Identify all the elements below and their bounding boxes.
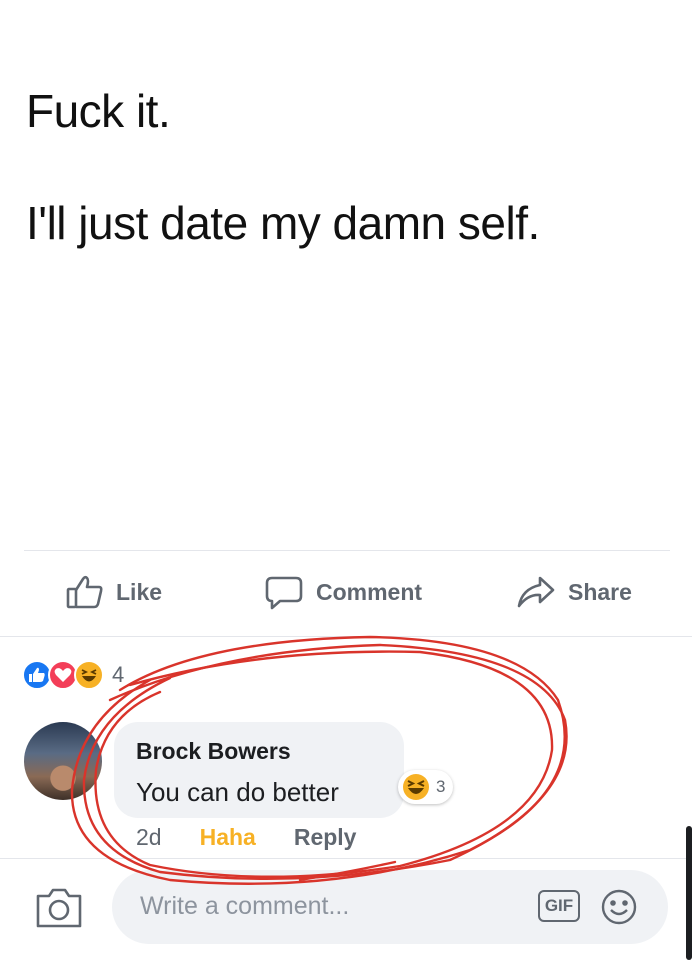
comment-author[interactable]: Brock Bowers	[136, 738, 382, 765]
comment-label: Comment	[316, 578, 423, 605]
like-button[interactable]: Like	[66, 572, 162, 612]
reaction-summary[interactable]: 4	[22, 660, 124, 690]
divider	[24, 550, 670, 551]
post-text-line-1: Fuck it.	[26, 85, 171, 137]
like-label: Like	[116, 578, 163, 605]
camera-button[interactable]	[34, 886, 84, 935]
share-label: Share	[568, 578, 632, 605]
haha-reaction-link[interactable]: Haha	[200, 824, 256, 851]
comment-reaction-badge[interactable]: 3	[398, 770, 454, 804]
comment-input[interactable]: Write a comment... GIF	[112, 870, 668, 944]
haha-icon	[74, 660, 104, 690]
scrollbar[interactable]	[686, 826, 692, 960]
comment-bubble: Brock Bowers You can do better	[114, 722, 404, 818]
post-text-line-2: I'll just date my damn self.	[26, 197, 540, 249]
comment-button[interactable]: Comment	[264, 572, 422, 612]
divider	[0, 858, 692, 859]
reply-link[interactable]: Reply	[294, 824, 357, 851]
comment-reaction-count: 3	[436, 777, 446, 796]
reaction-count: 4	[112, 662, 125, 687]
comment-text: You can do better	[136, 777, 339, 807]
gif-button[interactable]: GIF	[538, 890, 580, 922]
haha-icon	[403, 774, 429, 800]
share-arrow-icon	[516, 575, 556, 609]
speech-bubble-icon	[264, 574, 304, 610]
comment-input-placeholder: Write a comment...	[140, 892, 350, 920]
divider	[0, 636, 692, 637]
camera-icon	[36, 888, 82, 928]
avatar[interactable]	[24, 722, 102, 800]
comment-meta: 2d Haha Reply	[136, 824, 356, 851]
share-button[interactable]: Share	[516, 572, 632, 612]
smiley-icon	[601, 889, 637, 925]
comment-timestamp[interactable]: 2d	[136, 824, 162, 851]
emoji-button[interactable]	[600, 888, 638, 931]
thumbs-up-icon	[66, 575, 104, 609]
